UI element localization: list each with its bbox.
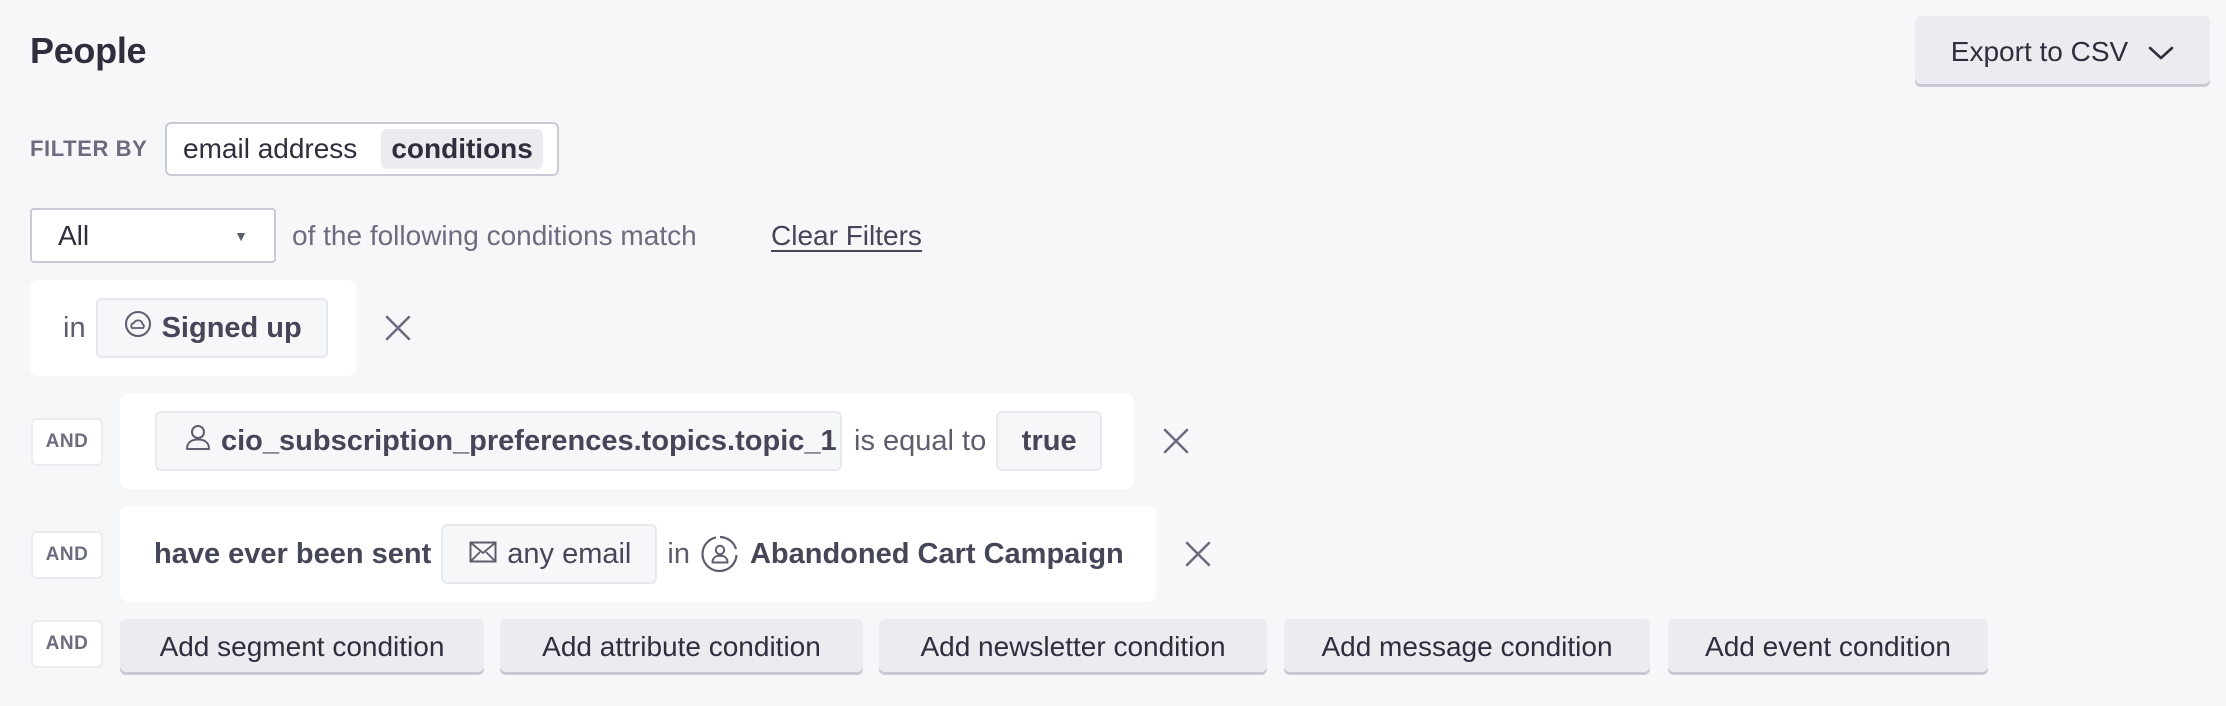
export-csv-button[interactable]: Export to CSV <box>1915 16 2210 87</box>
filter-by-label: FILTER BY <box>30 136 148 161</box>
add-event-condition-button[interactable]: Add event condition <box>1668 619 1988 675</box>
attribute-operator[interactable]: is equal to <box>854 425 986 458</box>
match-description: of the following conditions match <box>292 220 697 251</box>
attribute-name: cio_subscription_preferences.topics.topi… <box>221 424 837 457</box>
filter-option-conditions[interactable]: conditions <box>381 129 543 169</box>
and-connector-badge: AND <box>31 418 103 466</box>
add-segment-condition-button[interactable]: Add segment condition <box>120 619 484 675</box>
remove-message-condition-button[interactable] <box>1183 539 1213 569</box>
attribute-pill[interactable]: cio_subscription_preferences.topics.topi… <box>155 411 842 471</box>
segment-pill[interactable]: Signed up <box>95 298 328 358</box>
match-type-value: All <box>58 219 90 251</box>
add-message-condition-button[interactable]: Add message condition <box>1284 619 1650 675</box>
export-csv-label: Export to CSV <box>1950 35 2129 67</box>
message-in-text: in <box>667 537 690 570</box>
remove-attribute-condition-button[interactable] <box>1161 426 1191 456</box>
filter-option-email-address[interactable]: email address <box>183 129 367 169</box>
segment-icon <box>124 310 152 346</box>
message-type-value: any email <box>507 537 632 570</box>
chevron-down-icon <box>2148 36 2174 68</box>
add-attribute-condition-button[interactable]: Add attribute condition <box>500 619 863 675</box>
attribute-value: true <box>1021 424 1077 457</box>
message-lead-text: have ever been sent <box>154 537 432 570</box>
message-condition-card: have ever been sent any email in Abandon… <box>120 506 1156 602</box>
segment-prefix: in <box>63 311 86 344</box>
caret-down-icon: ▼ <box>234 227 248 244</box>
attribute-condition-card: cio_subscription_preferences.topics.topi… <box>120 393 1134 489</box>
and-connector-badge: AND <box>31 531 103 579</box>
attribute-value-pill[interactable]: true <box>996 411 1103 471</box>
match-type-select[interactable]: All ▼ <box>30 208 276 263</box>
envelope-icon <box>469 538 497 571</box>
filter-mode-toggle: email address conditions <box>165 122 559 176</box>
page-title: People <box>30 30 147 71</box>
segment-value: Signed up <box>161 311 302 344</box>
and-connector-badge: AND <box>31 620 103 668</box>
close-icon <box>385 315 411 341</box>
campaign-icon <box>700 534 740 574</box>
close-icon <box>1163 428 1189 454</box>
person-icon <box>185 423 211 459</box>
close-icon <box>1185 541 1211 567</box>
message-type-pill[interactable]: any email <box>441 524 658 584</box>
segment-condition-card: in Signed up <box>30 280 356 376</box>
add-newsletter-condition-button[interactable]: Add newsletter condition <box>879 619 1267 675</box>
remove-segment-condition-button[interactable] <box>383 313 413 343</box>
clear-filters-link[interactable]: Clear Filters <box>771 220 922 252</box>
campaign-name[interactable]: Abandoned Cart Campaign <box>750 538 1124 571</box>
